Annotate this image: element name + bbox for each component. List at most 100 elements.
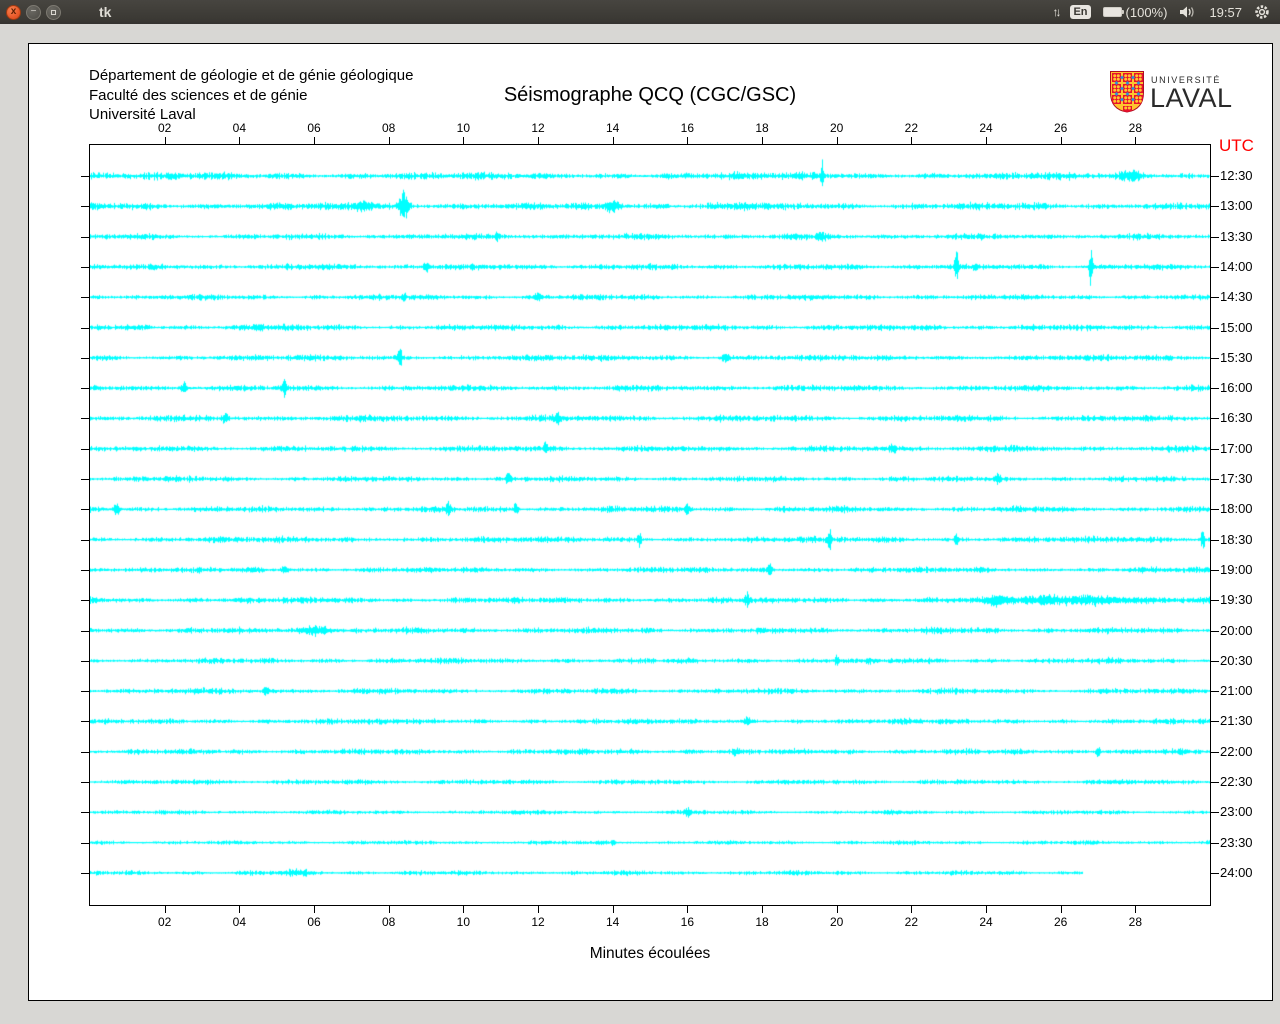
minimize-button[interactable]: − [26, 5, 41, 20]
utc-time-label: 13:00 [1220, 198, 1253, 213]
x-tick-bottom [837, 906, 838, 913]
battery-percent: (100%) [1126, 5, 1168, 20]
x-tick-bottom [1135, 906, 1136, 913]
x-tick-label-bottom: 16 [672, 915, 702, 929]
y-tick-left [81, 176, 89, 177]
y-tick-right [1211, 297, 1219, 298]
y-tick-left [81, 661, 89, 662]
y-tick-left [81, 328, 89, 329]
y-tick-left [81, 721, 89, 722]
x-tick-top [687, 137, 688, 144]
keyboard-layout-indicator[interactable]: En [1070, 5, 1090, 19]
x-tick-label-bottom: 08 [374, 915, 404, 929]
y-tick-left [81, 297, 89, 298]
x-tick-label-bottom: 28 [1120, 915, 1150, 929]
utc-time-label: 18:00 [1220, 501, 1253, 516]
y-tick-right [1211, 691, 1219, 692]
y-tick-left [81, 358, 89, 359]
y-tick-left [81, 388, 89, 389]
app-window: Département de géologie et de génie géol… [28, 43, 1273, 1001]
x-tick-label-bottom: 12 [523, 915, 553, 929]
utc-time-label: 15:30 [1220, 350, 1253, 365]
utc-time-label: 23:00 [1220, 804, 1253, 819]
x-tick-label-top: 10 [448, 121, 478, 135]
clock[interactable]: 19:57 [1209, 5, 1242, 20]
utc-time-label: 16:00 [1220, 380, 1253, 395]
seismogram-traces-canvas [90, 145, 1210, 905]
y-tick-right [1211, 812, 1219, 813]
y-tick-right [1211, 388, 1219, 389]
battery-icon [1103, 7, 1122, 17]
y-tick-right [1211, 479, 1219, 480]
session-gear-icon[interactable] [1254, 4, 1270, 20]
y-tick-left [81, 843, 89, 844]
utc-time-label: 17:30 [1220, 471, 1253, 486]
x-tick-label-bottom: 22 [896, 915, 926, 929]
x-tick-label-bottom: 20 [822, 915, 852, 929]
y-tick-left [81, 600, 89, 601]
y-tick-left [81, 449, 89, 450]
y-tick-right [1211, 631, 1219, 632]
y-tick-left [81, 418, 89, 419]
utc-time-label: 20:30 [1220, 653, 1253, 668]
utc-time-label: 13:30 [1220, 229, 1253, 244]
y-tick-right [1211, 176, 1219, 177]
close-button[interactable]: x [6, 5, 21, 20]
y-tick-right [1211, 540, 1219, 541]
y-tick-right [1211, 206, 1219, 207]
x-tick-label-bottom: 06 [299, 915, 329, 929]
x-tick-bottom [239, 906, 240, 913]
window-titlebar: x − tk ↑↓ En (100%) 19:57 [0, 0, 1280, 24]
window-title: tk [99, 4, 111, 20]
x-tick-label-top: 28 [1120, 121, 1150, 135]
window-controls: x − [6, 5, 61, 20]
y-tick-right [1211, 721, 1219, 722]
utc-time-label: 18:30 [1220, 532, 1253, 547]
seismograph-plot [89, 144, 1211, 906]
y-tick-right [1211, 873, 1219, 874]
x-tick-label-top: 22 [896, 121, 926, 135]
utc-time-label: 16:30 [1220, 410, 1253, 425]
x-tick-top [986, 137, 987, 144]
system-tray: ↑↓ En (100%) 19:57 [1052, 4, 1270, 20]
x-tick-bottom [1061, 906, 1062, 913]
y-tick-right [1211, 449, 1219, 450]
x-tick-top [239, 137, 240, 144]
utc-time-label: 21:30 [1220, 713, 1253, 728]
x-tick-top [538, 137, 539, 144]
x-tick-bottom [463, 906, 464, 913]
y-tick-left [81, 752, 89, 753]
utc-time-label: 24:00 [1220, 865, 1253, 880]
utc-time-label: 17:00 [1220, 441, 1253, 456]
x-tick-label-bottom: 10 [448, 915, 478, 929]
utc-time-label: 21:00 [1220, 683, 1253, 698]
y-tick-left [81, 873, 89, 874]
y-tick-right [1211, 570, 1219, 571]
x-tick-label-bottom: 26 [1046, 915, 1076, 929]
volume-icon[interactable] [1179, 5, 1197, 19]
network-arrows-icon[interactable]: ↑↓ [1052, 5, 1058, 19]
maximize-button[interactable] [46, 5, 61, 20]
y-tick-right [1211, 237, 1219, 238]
y-tick-right [1211, 509, 1219, 510]
y-tick-right [1211, 358, 1219, 359]
y-tick-left [81, 631, 89, 632]
x-tick-label-top: 20 [822, 121, 852, 135]
x-tick-label-bottom: 14 [598, 915, 628, 929]
y-tick-left [81, 206, 89, 207]
battery-indicator[interactable]: (100%) [1103, 5, 1168, 20]
x-tick-label-top: 04 [224, 121, 254, 135]
maximize-icon [51, 10, 56, 15]
utc-time-label: 14:00 [1220, 259, 1253, 274]
x-tick-label-top: 14 [598, 121, 628, 135]
utc-axis-title: UTC [1219, 136, 1254, 156]
y-tick-left [81, 509, 89, 510]
y-tick-left [81, 479, 89, 480]
x-tick-bottom [986, 906, 987, 913]
page-title: Séismographe QCQ (CGC/GSC) [89, 84, 1211, 107]
x-tick-label-top: 18 [747, 121, 777, 135]
x-tick-bottom [762, 906, 763, 913]
y-tick-right [1211, 752, 1219, 753]
utc-time-label: 22:00 [1220, 744, 1253, 759]
x-tick-label-bottom: 18 [747, 915, 777, 929]
